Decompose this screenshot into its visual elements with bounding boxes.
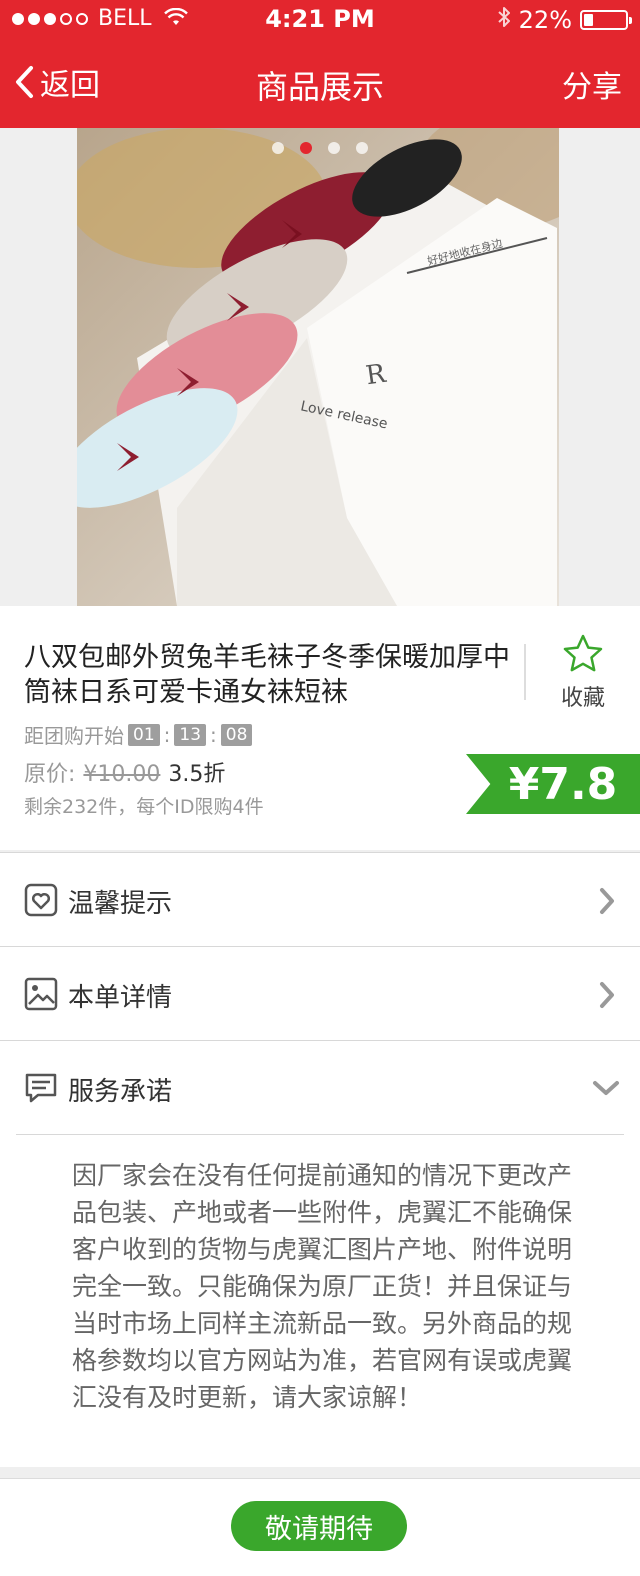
- chevron-down-icon: [593, 1081, 619, 1095]
- star-icon: [563, 634, 603, 672]
- product-photo: R Love release 好好地收在身边: [77, 128, 559, 606]
- coming-soon-button[interactable]: 敬请期待: [231, 1501, 407, 1551]
- product-info: 八双包邮外贸兔羊毛袜子冬季保暖加厚中筒袜日系可爱卡通女袜短袜 收藏 距团购开始 …: [0, 606, 640, 850]
- battery-percent: 22%: [518, 6, 572, 34]
- page-dot[interactable]: [328, 142, 340, 154]
- product-title: 八双包邮外贸兔羊毛袜子冬季保暖加厚中筒袜日系可爱卡通女袜短袜: [24, 642, 510, 708]
- status-right: 22%: [497, 6, 632, 34]
- countdown-seconds: 08: [220, 723, 253, 746]
- share-button[interactable]: 分享: [562, 62, 622, 106]
- countdown-colon: :: [210, 722, 217, 747]
- discount-rate: 3.5折: [168, 762, 226, 787]
- countdown-minutes: 13: [174, 723, 207, 746]
- favorite-label: 收藏: [560, 686, 605, 711]
- page-dot[interactable]: [272, 142, 284, 154]
- page-dot-active[interactable]: [300, 142, 312, 154]
- countdown-colon: :: [163, 722, 171, 747]
- countdown-hours: 01: [128, 723, 160, 746]
- original-price-label: 原价:: [24, 762, 76, 787]
- section-details[interactable]: 本单详情: [0, 946, 640, 1040]
- image-gallery[interactable]: R Love release 好好地收在身边: [0, 128, 640, 606]
- page-dot[interactable]: [356, 142, 368, 154]
- bluetooth-icon: [497, 6, 511, 34]
- divider: [524, 644, 526, 700]
- image-icon: [24, 977, 58, 1011]
- chevron-right-icon: [600, 888, 614, 914]
- message-icon: [25, 1073, 57, 1103]
- chevron-right-icon: [600, 982, 614, 1008]
- battery-icon: [580, 10, 632, 30]
- section-service[interactable]: 服务承诺: [0, 1040, 640, 1134]
- original-price: ¥10.00: [83, 762, 161, 787]
- service-promise-text: 因厂家会在没有任何提前通知的情况下更改产品包装、产地或者一些附件，虎翼汇不能确保…: [72, 1161, 573, 1412]
- section-tips[interactable]: 温馨提示: [0, 852, 640, 946]
- countdown-label: 距团购开始: [24, 724, 124, 748]
- section-label: 服务承诺: [68, 1077, 173, 1107]
- favorite-button[interactable]: 收藏: [548, 634, 618, 712]
- page-title: 商品展示: [255, 68, 384, 106]
- section-list: 温馨提示 本单详情 服务承诺 因厂家会在没有任何提前通知的情况下更改产品包装、产…: [0, 852, 640, 1467]
- status-bar: BELL 4:21 PM 22%: [0, 0, 640, 40]
- footer-bar: 敬请期待: [0, 1478, 640, 1576]
- original-price-line: 原价: ¥10.00 3.5折: [24, 756, 225, 788]
- section-label: 温馨提示: [68, 889, 173, 919]
- countdown: 距团购开始 01 : 13 : 08: [24, 720, 253, 749]
- heart-icon: [24, 883, 58, 917]
- nav-bar: 返回 商品展示 分享: [0, 40, 640, 128]
- page-indicator[interactable]: [0, 142, 640, 154]
- battery-fill: [584, 14, 593, 26]
- section-label: 本单详情: [68, 983, 173, 1013]
- stock-info: 剩余232件，每个ID限购4件: [24, 796, 264, 818]
- price-tag: ¥7.8: [466, 754, 640, 814]
